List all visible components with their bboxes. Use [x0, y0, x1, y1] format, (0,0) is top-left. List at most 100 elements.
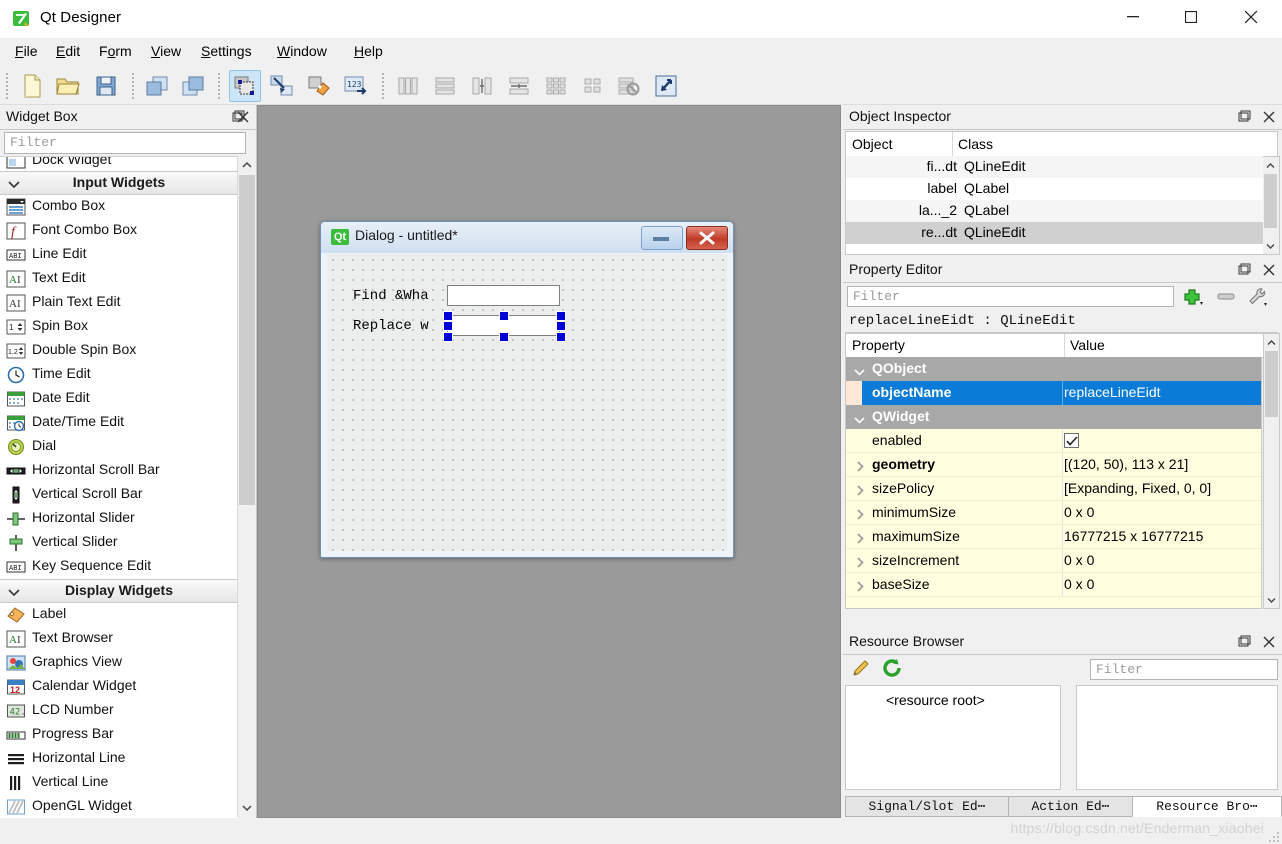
edit-resources-button[interactable]	[851, 658, 877, 680]
property-row-sizeincrement[interactable]: sizeIncrement 0 x 0	[846, 549, 1261, 573]
column-header-property[interactable]: Property	[852, 337, 905, 353]
splitter-vertical-icon[interactable]	[503, 70, 535, 102]
resource-tree[interactable]: <resource root>	[845, 685, 1061, 790]
chevron-right-icon[interactable]	[856, 460, 865, 475]
property-value[interactable]: 0 x 0	[1064, 576, 1094, 592]
widget-item-date-time-edit[interactable]: Date/Time Edit	[0, 411, 238, 435]
menu-help[interactable]: Help	[347, 41, 390, 62]
configure-property-editor-button[interactable]	[1246, 286, 1274, 308]
enabled-checkbox[interactable]	[1064, 433, 1079, 448]
menu-window[interactable]: Window	[270, 41, 334, 62]
scroll-down-icon[interactable]	[238, 799, 256, 817]
property-editor-table[interactable]: QObject objectName replaceLineEidt QWidg…	[845, 357, 1262, 609]
resource-browser-close-button[interactable]	[1261, 634, 1277, 650]
widget-item-dock-widget[interactable]: Dock Widget	[0, 157, 238, 171]
layout-form-icon[interactable]	[577, 70, 609, 102]
find-label[interactable]: Find &Wha	[353, 288, 429, 304]
widget-box-category-display-widgets[interactable]: Display Widgets	[0, 579, 238, 603]
signal-slot-icon[interactable]	[266, 70, 298, 102]
resize-handle-bottom-left[interactable]	[443, 332, 453, 342]
resize-grip[interactable]	[1267, 830, 1279, 842]
mdi-workspace[interactable]: Qt Dialog - untitled* Find &Wha Replace …	[257, 105, 841, 818]
design-form-title-bar[interactable]: Qt Dialog - untitled*	[321, 222, 733, 253]
widget-item-line-edit[interactable]: ABI Line Edit	[0, 243, 238, 267]
scrollbar-thumb[interactable]	[239, 175, 255, 505]
widget-item-graphics-view[interactable]: Graphics View	[0, 651, 238, 675]
table-row[interactable]: fi...dt QLineEdit	[846, 156, 1277, 178]
property-group-qwidget[interactable]: QWidget	[846, 405, 1261, 429]
property-value[interactable]: 16777215 x 16777215	[1064, 528, 1203, 544]
property-row-minimumsize[interactable]: minimumSize 0 x 0	[846, 501, 1261, 525]
widget-item-label[interactable]: Label	[0, 603, 238, 627]
maximize-button[interactable]	[1168, 0, 1214, 33]
property-group-qobject[interactable]: QObject	[846, 357, 1261, 381]
widget-item-time-edit[interactable]: Time Edit	[0, 363, 238, 387]
property-row-geometry[interactable]: geometry [(120, 50), 113 x 21]	[846, 453, 1261, 477]
chevron-right-icon[interactable]	[856, 580, 865, 595]
widget-box-clipped-row[interactable]: Dock Widget	[0, 157, 238, 171]
widget-box-category-input-widgets[interactable]: Input Widgets	[0, 171, 238, 195]
widget-item-vertical-line[interactable]: Vertical Line	[0, 771, 238, 795]
toolbar-grip[interactable]	[4, 71, 9, 99]
widget-item-calendar-widget[interactable]: 12 Calendar Widget	[0, 675, 238, 699]
property-value[interactable]: 0 x 0	[1064, 552, 1094, 568]
resource-preview-list[interactable]	[1076, 685, 1278, 790]
column-header-class[interactable]: Class	[958, 136, 993, 152]
chevron-right-icon[interactable]	[856, 484, 865, 499]
menu-file[interactable]: File	[8, 41, 45, 62]
adjust-size-icon[interactable]	[650, 70, 682, 102]
table-row[interactable]: la..._2 QLabel	[846, 200, 1277, 222]
resize-handle-left[interactable]	[443, 321, 453, 331]
property-filter-input[interactable]: Filter	[847, 286, 1174, 307]
object-inspector-tree[interactable]: fi...dt QLineEdit label QLabel la..._2 Q…	[845, 156, 1278, 255]
tab-action-editor[interactable]: Action Ed⋯	[1008, 796, 1133, 817]
widget-box-filter-input[interactable]: Filter	[4, 132, 246, 154]
scroll-up-icon[interactable]	[238, 156, 256, 174]
property-value[interactable]: [Expanding, Fixed, 0, 0]	[1064, 480, 1211, 496]
property-row-enabled[interactable]: enabled	[846, 429, 1261, 453]
edit-widgets-icon[interactable]	[229, 70, 261, 102]
property-row-sizepolicy[interactable]: sizePolicy [Expanding, Fixed, 0, 0]	[846, 477, 1261, 501]
break-layout-icon[interactable]	[613, 70, 645, 102]
object-inspector-scrollbar[interactable]	[1263, 156, 1280, 255]
table-row[interactable]: label QLabel	[846, 178, 1277, 200]
design-form-close-button[interactable]	[686, 226, 728, 250]
chevron-right-icon[interactable]	[856, 508, 865, 523]
tab-order-icon[interactable]: 123	[340, 70, 372, 102]
scroll-down-icon[interactable]	[1264, 592, 1279, 608]
reload-resources-button[interactable]	[881, 658, 907, 680]
resource-browser-float-button[interactable]	[1236, 634, 1252, 650]
widget-item-opengl-widget[interactable]: OpenGL Widget	[0, 795, 238, 818]
property-row-objectname[interactable]: objectName replaceLineEidt	[846, 381, 1261, 405]
chevron-right-icon[interactable]	[856, 556, 865, 571]
scroll-down-icon[interactable]	[1263, 238, 1278, 254]
splitter-horizontal-icon[interactable]	[466, 70, 498, 102]
resize-handle-right[interactable]	[556, 321, 566, 331]
widget-item-dial[interactable]: Dial	[0, 435, 238, 459]
chevron-right-icon[interactable]	[856, 532, 865, 547]
widget-box-close-button[interactable]	[235, 109, 251, 125]
widget-item-key-sequence-edit[interactable]: ABI Key Sequence Edit	[0, 555, 238, 579]
property-row-basesize[interactable]: baseSize 0 x 0	[846, 573, 1261, 597]
widget-item-spin-box[interactable]: 1 Spin Box	[0, 315, 238, 339]
layout-horizontal-icon[interactable]	[392, 70, 424, 102]
object-inspector-close-button[interactable]	[1261, 109, 1277, 125]
layout-vertical-icon[interactable]	[429, 70, 461, 102]
find-line-edit[interactable]	[447, 285, 560, 306]
widget-item-horizontal-line[interactable]: Horizontal Line	[0, 747, 238, 771]
toolbar-grip[interactable]	[130, 71, 135, 99]
resize-handle-bottom[interactable]	[499, 332, 509, 342]
property-editor-scrollbar[interactable]	[1263, 333, 1280, 609]
scroll-up-icon[interactable]	[1264, 334, 1279, 350]
widget-item-horizontal-scroll-bar[interactable]: Horizontal Scroll Bar	[0, 459, 238, 483]
widget-item-horizontal-slider[interactable]: Horizontal Slider	[0, 507, 238, 531]
property-value[interactable]: [(120, 50), 113 x 21]	[1064, 456, 1188, 472]
widget-box-list[interactable]: Dock Widget Input Widgets Combo Box f Fo…	[0, 156, 238, 818]
tab-resource-browser[interactable]: Resource Bro⋯	[1132, 796, 1282, 817]
tab-signal-slot-editor[interactable]: Signal/Slot Ed⋯	[845, 796, 1009, 817]
menu-form[interactable]: Form	[92, 41, 139, 62]
resize-handle-bottom-right[interactable]	[556, 332, 566, 342]
toolbar-grip[interactable]	[216, 71, 221, 99]
close-button[interactable]	[1228, 0, 1274, 33]
menu-settings[interactable]: Settings	[194, 41, 259, 62]
